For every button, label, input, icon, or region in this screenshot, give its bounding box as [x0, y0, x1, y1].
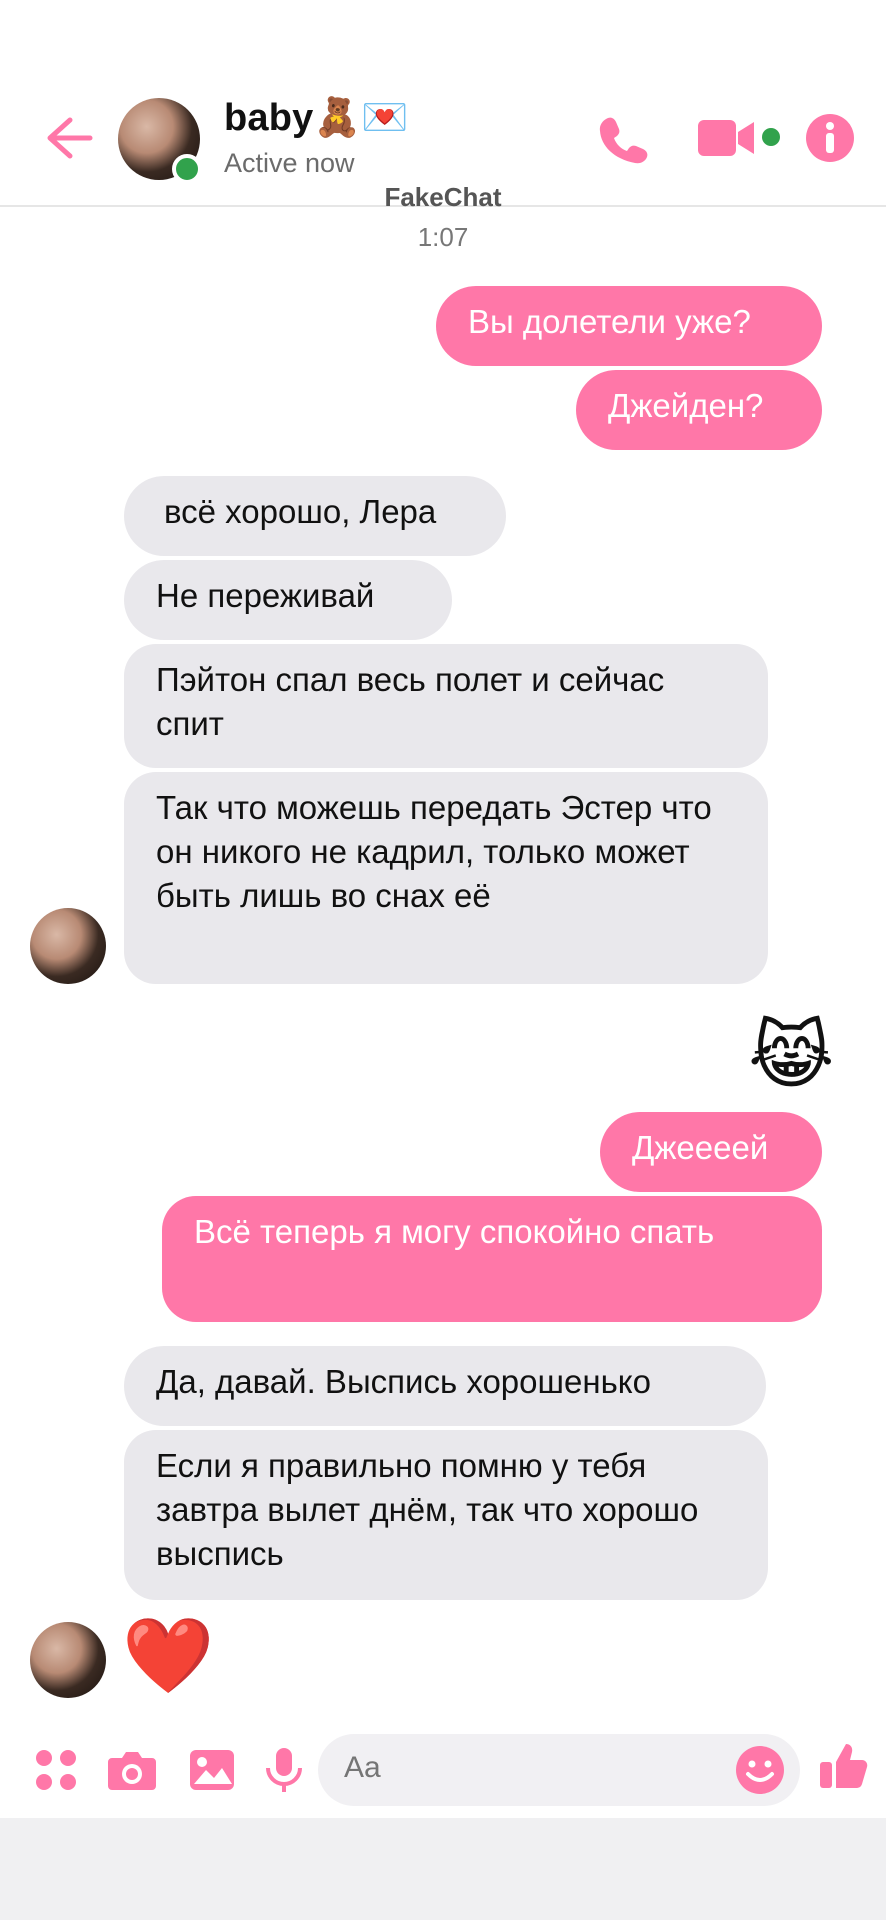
contact-avatar-small[interactable]	[30, 1622, 106, 1698]
back-arrow-icon[interactable]	[40, 110, 96, 166]
emoji-message-outgoing[interactable]: 😹	[748, 1016, 834, 1096]
message-timestamp: 1:07	[417, 222, 469, 252]
video-online-dot	[762, 128, 780, 146]
thumbs-up-icon[interactable]	[818, 1740, 870, 1792]
microphone-icon[interactable]	[258, 1744, 310, 1796]
message-composer[interactable]	[318, 1734, 800, 1806]
message-bubble-incoming[interactable]: Да, давай. Выспись хорошенько	[124, 1346, 766, 1426]
message-bubble-incoming[interactable]: Если я правильно помню у тебя завтра выл…	[124, 1430, 768, 1600]
apps-icon[interactable]	[30, 1744, 82, 1796]
info-icon[interactable]	[804, 112, 856, 164]
emoji-message-incoming[interactable]: ❤️	[122, 1616, 214, 1696]
image-icon[interactable]	[186, 1744, 238, 1796]
video-camera-icon[interactable]	[696, 116, 758, 160]
message-bubble-incoming[interactable]: всё хорошо, Лера	[124, 476, 506, 556]
contact-avatar-small[interactable]	[30, 908, 106, 984]
smile-icon[interactable]	[734, 1744, 786, 1796]
message-bubble-outgoing[interactable]: Всё теперь я могу спокойно спать	[162, 1196, 822, 1322]
contact-name[interactable]: baby🧸💌	[224, 96, 409, 140]
camera-icon[interactable]	[106, 1744, 158, 1796]
message-bubble-incoming[interactable]: Не переживай	[124, 560, 452, 640]
message-bubble-outgoing[interactable]: Вы долетели уже?	[436, 286, 822, 366]
system-navigation-bar	[0, 1818, 886, 1920]
contact-status: Active now	[224, 148, 355, 178]
watermark: FakeChat	[384, 182, 502, 212]
message-input[interactable]	[342, 1750, 686, 1786]
message-bubble-outgoing[interactable]: Джеееей	[600, 1112, 822, 1192]
online-status-dot	[172, 154, 202, 184]
phone-icon[interactable]	[596, 112, 648, 164]
message-bubble-incoming[interactable]: Так что можешь передать Эстер что он ник…	[124, 772, 768, 984]
message-bubble-outgoing[interactable]: Джейден?	[576, 370, 822, 450]
message-bubble-incoming[interactable]: Пэйтон спал весь полет и сейчас спит	[124, 644, 768, 768]
